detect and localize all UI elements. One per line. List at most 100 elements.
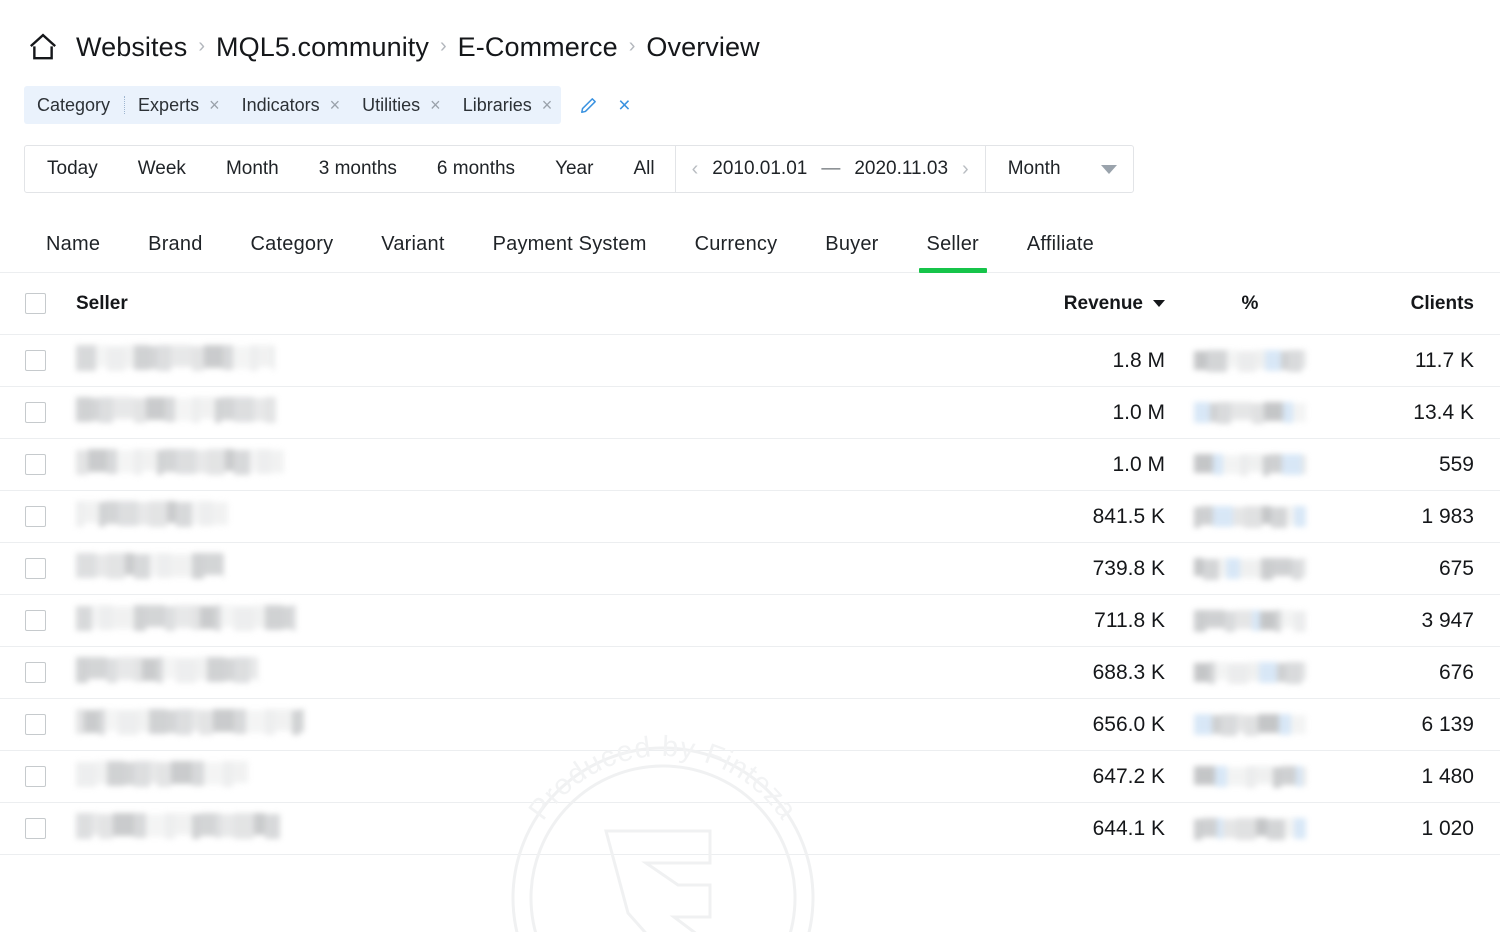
cell-seller-name[interactable] (70, 709, 945, 740)
table-row[interactable]: 841.5 K1 983 (0, 491, 1500, 543)
cell-seller-name[interactable] (70, 605, 945, 636)
cell-seller-name[interactable] (70, 501, 945, 532)
breadcrumb-separator: › (629, 36, 636, 56)
table-row[interactable]: 644.1 K 1 020 (0, 803, 1500, 855)
remove-chip-icon[interactable]: × (330, 96, 341, 114)
column-header-seller[interactable]: Seller (70, 293, 945, 315)
table-row[interactable]: 688.3 K676 (0, 647, 1500, 699)
cell-seller-name[interactable] (70, 813, 945, 844)
breadcrumb-item-e-commerce[interactable]: E-Commerce (458, 34, 618, 61)
table-row[interactable]: 1.0 M559 (0, 439, 1500, 491)
row-select-cell (0, 766, 70, 787)
cell-seller-name[interactable] (70, 657, 945, 688)
redacted-seller-name (76, 397, 276, 423)
table-row[interactable]: 656.0 K6 139 (0, 699, 1500, 751)
row-checkbox[interactable] (25, 558, 46, 579)
filter-dimension-label: Category (24, 96, 125, 114)
period-3-months-button[interactable]: 3 months (299, 146, 417, 192)
row-checkbox[interactable] (25, 402, 46, 423)
cell-clients: 676 (1335, 661, 1500, 685)
row-checkbox[interactable] (25, 766, 46, 787)
date-range-control: ‹ 2010.01.01 — 2020.11.03 › (676, 146, 985, 192)
period-6-months-button[interactable]: 6 months (417, 146, 535, 192)
cell-seller-name[interactable] (70, 761, 945, 792)
table-row[interactable]: 739.8 K675 (0, 543, 1500, 595)
column-header-percent[interactable]: % (1165, 293, 1335, 315)
cell-seller-name[interactable] (70, 449, 945, 480)
cell-revenue: 644.1 K (945, 817, 1165, 841)
redacted-seller-name (76, 709, 304, 735)
filter-chip-utilities[interactable]: Utilities × (349, 86, 450, 124)
remove-chip-icon[interactable]: × (209, 96, 220, 114)
breadcrumb-item-mql5-community[interactable]: MQL5.community (216, 34, 429, 61)
tab-affiliate[interactable]: Affiliate (1003, 233, 1118, 272)
cell-clients: 1 480 (1335, 765, 1500, 789)
select-all-cell (0, 293, 70, 314)
filter-chip-experts[interactable]: Experts × (125, 86, 229, 124)
cell-revenue: 1.8 M (945, 349, 1165, 373)
breadcrumb-item-overview[interactable]: Overview (646, 34, 759, 61)
period-all-button[interactable]: All (613, 146, 674, 192)
date-range-from[interactable]: 2010.01.01 (712, 158, 807, 180)
cell-seller-name[interactable] (70, 553, 945, 584)
cell-percent (1165, 714, 1335, 736)
pencil-icon[interactable] (579, 96, 598, 115)
tab-category[interactable]: Category (227, 233, 358, 272)
tab-brand[interactable]: Brand (124, 233, 226, 272)
row-checkbox[interactable] (25, 506, 46, 527)
cell-revenue: 656.0 K (945, 713, 1165, 737)
prev-period-icon[interactable]: ‹ (692, 159, 699, 179)
close-filter-icon[interactable]: × (618, 95, 630, 116)
row-checkbox[interactable] (25, 350, 46, 371)
cell-clients: 1 020 (1335, 817, 1500, 841)
row-select-cell (0, 662, 70, 683)
remove-chip-icon[interactable]: × (542, 96, 553, 114)
tab-seller[interactable]: Seller (903, 233, 1003, 272)
redacted-percent (1194, 662, 1306, 684)
dimension-tabs: Name Brand Category Variant Payment Syst… (0, 215, 1500, 273)
date-range-to[interactable]: 2020.11.03 (854, 158, 948, 180)
cell-seller-name[interactable] (70, 397, 945, 428)
cell-percent (1165, 662, 1335, 684)
tab-name[interactable]: Name (22, 233, 124, 272)
cell-clients: 13.4 K (1335, 401, 1500, 425)
period-month-button[interactable]: Month (206, 146, 299, 192)
cell-seller-name[interactable] (70, 345, 945, 376)
remove-chip-icon[interactable]: × (430, 96, 441, 114)
tab-variant[interactable]: Variant (357, 233, 468, 272)
select-all-checkbox[interactable] (25, 293, 46, 314)
redacted-percent (1194, 454, 1306, 476)
period-week-button[interactable]: Week (118, 146, 206, 192)
cell-clients: 11.7 K (1335, 349, 1500, 373)
column-header-revenue[interactable]: Revenue (945, 293, 1165, 315)
seller-table: Produced by Finteza Produced by Finteza … (0, 273, 1500, 855)
row-checkbox[interactable] (25, 610, 46, 631)
filter-actions: × (579, 95, 630, 116)
table-row[interactable]: 711.8 K3 947 (0, 595, 1500, 647)
filter-chip-label: Libraries (463, 96, 532, 114)
tab-buyer[interactable]: Buyer (801, 233, 902, 272)
home-icon[interactable] (26, 30, 60, 64)
column-header-clients[interactable]: Clients (1335, 293, 1500, 315)
table-row[interactable]: 647.2 K1 480 (0, 751, 1500, 803)
redacted-percent (1194, 610, 1306, 632)
date-range-dash: — (821, 158, 840, 180)
row-checkbox[interactable] (25, 454, 46, 475)
table-row[interactable]: 1.8 M 11.7 K (0, 335, 1500, 387)
row-checkbox[interactable] (25, 662, 46, 683)
cell-revenue: 1.0 M (945, 453, 1165, 477)
table-row[interactable]: 1.0 M13.4 K (0, 387, 1500, 439)
cell-percent (1165, 350, 1335, 372)
next-period-icon[interactable]: › (962, 159, 969, 179)
filter-chip-libraries[interactable]: Libraries × (450, 86, 562, 124)
tab-currency[interactable]: Currency (671, 233, 802, 272)
tab-payment-system[interactable]: Payment System (469, 233, 671, 272)
row-checkbox[interactable] (25, 818, 46, 839)
granularity-select[interactable]: Month (986, 146, 1133, 192)
row-checkbox[interactable] (25, 714, 46, 735)
period-today-button[interactable]: Today (25, 146, 118, 192)
breadcrumb-item-websites[interactable]: Websites (76, 34, 187, 61)
filter-chip-indicators[interactable]: Indicators × (229, 86, 350, 124)
redacted-seller-name (76, 345, 274, 371)
period-year-button[interactable]: Year (535, 146, 613, 192)
